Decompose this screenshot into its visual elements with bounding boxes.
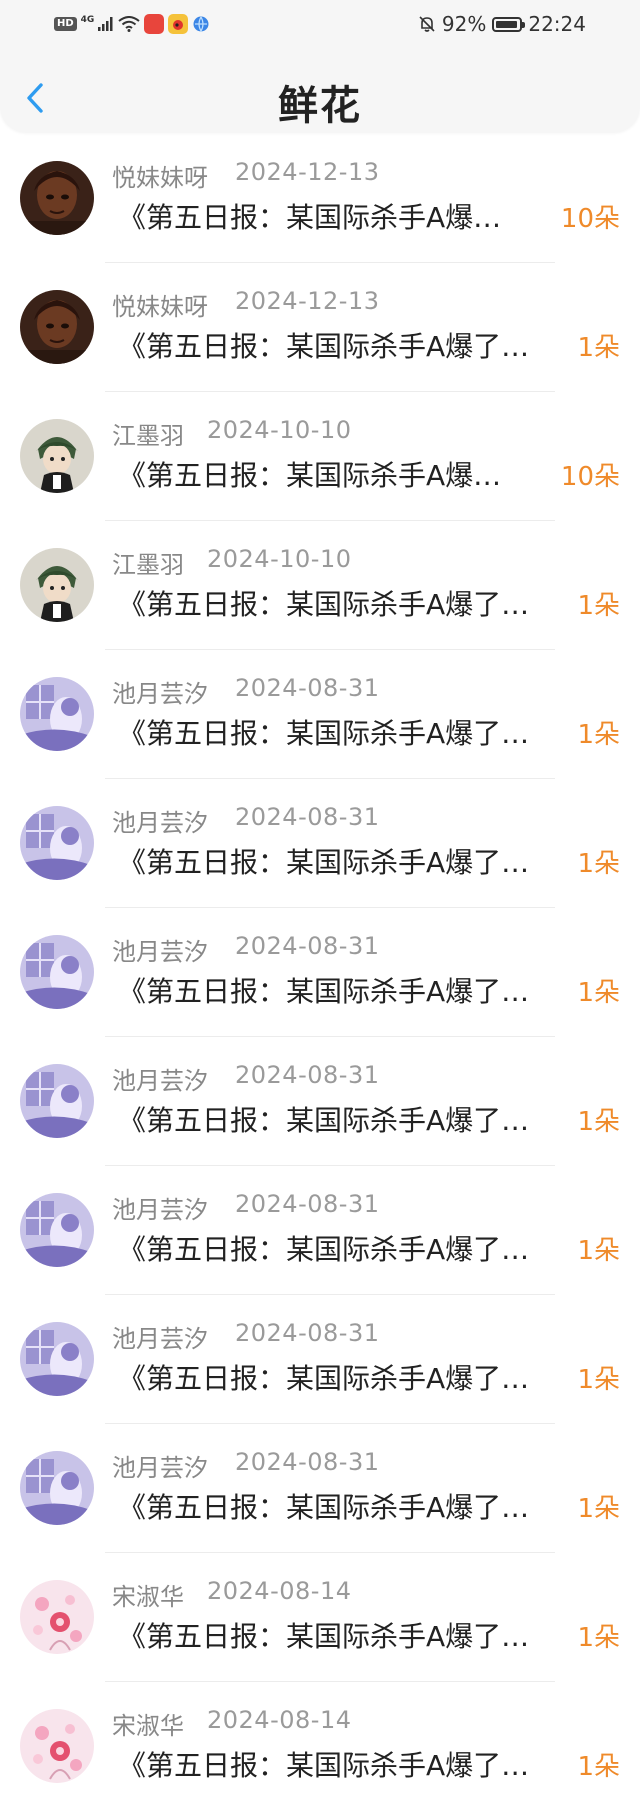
article-title[interactable]: 《第五日报：某国际杀手A爆了… [118,1228,568,1268]
timestamp: 2024-08-14 [207,1706,352,1734]
list-item[interactable]: 池月芸汐 2024-08-31 《第五日报：某国际杀手A爆了… 1朵 [0,650,640,779]
username[interactable]: 池月芸汐 [112,1448,208,1483]
avatar[interactable] [20,1451,94,1525]
article-title[interactable]: 《第五日报：某国际杀手A爆了… [118,1744,568,1784]
avatar[interactable] [20,677,94,751]
avatar[interactable] [20,1193,94,1267]
timestamp: 2024-12-13 [235,287,380,315]
list-item[interactable]: 悦妹妹呀 2024-12-13 《第五日报：某国际杀手A爆… 10朵 [0,134,640,263]
clock: 22:24 [528,12,586,36]
avatar[interactable] [20,1064,94,1138]
timestamp: 2024-08-31 [235,803,380,831]
username[interactable]: 池月芸汐 [112,803,208,838]
username[interactable]: 悦妹妹呀 [112,158,208,193]
page-title: 鲜花 [278,83,362,129]
flower-count: 1朵 [577,1365,620,1395]
article-title[interactable]: 《第五日报：某国际杀手A爆了… [118,1099,568,1139]
flower-count: 1朵 [577,1752,620,1782]
article-title[interactable]: 《第五日报：某国际杀手A爆… [118,196,548,236]
username[interactable]: 池月芸汐 [112,932,208,967]
mute-bell-icon [419,16,435,32]
shopping-app-icon [144,14,165,34]
timestamp: 2024-12-13 [235,158,380,186]
timestamp: 2024-08-31 [235,1061,380,1089]
timestamp: 2024-10-10 [207,416,352,444]
flower-count: 1朵 [577,978,620,1008]
wifi-icon [118,16,140,32]
avatar[interactable] [20,290,94,364]
gift-list: 悦妹妹呀 2024-12-13 《第五日报：某国际杀手A爆… 10朵 悦妹妹呀 2024-… [0,134,640,1808]
avatar[interactable] [20,806,94,880]
username[interactable]: 池月芸汐 [112,674,208,709]
username[interactable]: 江墨羽 [112,545,184,580]
article-title[interactable]: 《第五日报：某国际杀手A爆了… [118,583,568,623]
timestamp: 2024-10-10 [207,545,352,573]
status-right: 92% 22:24 [418,12,586,36]
flower-count: 1朵 [577,333,620,363]
app-header: HD 4G 92% 22:24 鲜花 [0,0,640,132]
username[interactable]: 宋淑华 [112,1577,184,1612]
network-type: 4G [80,15,95,25]
username[interactable]: 池月芸汐 [112,1319,208,1354]
avatar[interactable] [20,1580,94,1654]
list-item[interactable]: 池月芸汐 2024-08-31 《第五日报：某国际杀手A爆了… 1朵 [0,779,640,908]
list-item[interactable]: 宋淑华 2024-08-14 《第五日报：某国际杀手A爆了… 1朵 [0,1553,640,1682]
flower-count: 1朵 [577,591,620,621]
gift-list-screen: HD 4G 92% 22:24 鲜花 悦妹妹呀 2024-12-13 《第五日报… [0,0,640,1808]
timestamp: 2024-08-14 [207,1577,352,1605]
flower-count: 10朵 [560,462,620,492]
username[interactable]: 悦妹妹呀 [112,287,208,322]
article-title[interactable]: 《第五日报：某国际杀手A爆了… [118,1357,568,1397]
browser-icon [193,16,209,33]
timestamp: 2024-08-31 [235,932,380,960]
battery-icon [492,16,526,32]
avatar[interactable] [20,419,94,493]
article-title[interactable]: 《第五日报：某国际杀手A爆了… [118,841,568,881]
hd-icon: HD [54,17,77,31]
avatar[interactable] [20,161,94,235]
flower-count: 1朵 [577,1623,620,1653]
list-item[interactable]: 池月芸汐 2024-08-31 《第五日报：某国际杀手A爆了… 1朵 [0,908,640,1037]
list-item[interactable]: 池月芸汐 2024-08-31 《第五日报：某国际杀手A爆了… 1朵 [0,1166,640,1295]
timestamp: 2024-08-31 [235,1319,380,1347]
flower-count: 1朵 [577,1107,620,1137]
avatar[interactable] [20,548,94,622]
username[interactable]: 池月芸汐 [112,1061,208,1096]
article-title[interactable]: 《第五日报：某国际杀手A爆了… [118,970,568,1010]
avatar[interactable] [20,935,94,1009]
article-title[interactable]: 《第五日报：某国际杀手A爆了… [118,712,568,752]
timestamp: 2024-08-31 [235,1190,380,1218]
list-item[interactable]: 宋淑华 2024-08-14 《第五日报：某国际杀手A爆了… 1朵 [0,1682,640,1808]
status-left: HD 4G [54,14,210,34]
username[interactable]: 江墨羽 [112,416,184,451]
list-item[interactable]: 悦妹妹呀 2024-12-13 《第五日报：某国际杀手A爆了… 1朵 [0,263,640,392]
signal-icon [98,17,113,31]
flower-count: 1朵 [577,720,620,750]
avatar[interactable] [20,1322,94,1396]
flower-count: 10朵 [560,204,620,234]
article-title[interactable]: 《第五日报：某国际杀手A爆了… [118,325,568,365]
flower-count: 1朵 [577,849,620,879]
status-bar: HD 4G 92% 22:24 [0,0,640,50]
flower-count: 1朵 [577,1236,620,1266]
list-item[interactable]: 池月芸汐 2024-08-31 《第五日报：某国际杀手A爆了… 1朵 [0,1295,640,1424]
article-title[interactable]: 《第五日报：某国际杀手A爆… [118,454,548,494]
article-title[interactable]: 《第五日报：某国际杀手A爆了… [118,1486,568,1526]
article-title[interactable]: 《第五日报：某国际杀手A爆了… [118,1615,568,1655]
weibo-icon [168,14,189,34]
username[interactable]: 池月芸汐 [112,1190,208,1225]
flower-count: 1朵 [577,1494,620,1524]
username[interactable]: 宋淑华 [112,1706,184,1741]
timestamp: 2024-08-31 [235,1448,380,1476]
list-item[interactable]: 池月芸汐 2024-08-31 《第五日报：某国际杀手A爆了… 1朵 [0,1037,640,1166]
list-item[interactable]: 江墨羽 2024-10-10 《第五日报：某国际杀手A爆了… 1朵 [0,521,640,650]
battery-percent: 92% [441,12,487,36]
list-item[interactable]: 江墨羽 2024-10-10 《第五日报：某国际杀手A爆… 10朵 [0,392,640,521]
avatar[interactable] [20,1709,94,1783]
timestamp: 2024-08-31 [235,674,380,702]
list-item[interactable]: 池月芸汐 2024-08-31 《第五日报：某国际杀手A爆了… 1朵 [0,1424,640,1553]
